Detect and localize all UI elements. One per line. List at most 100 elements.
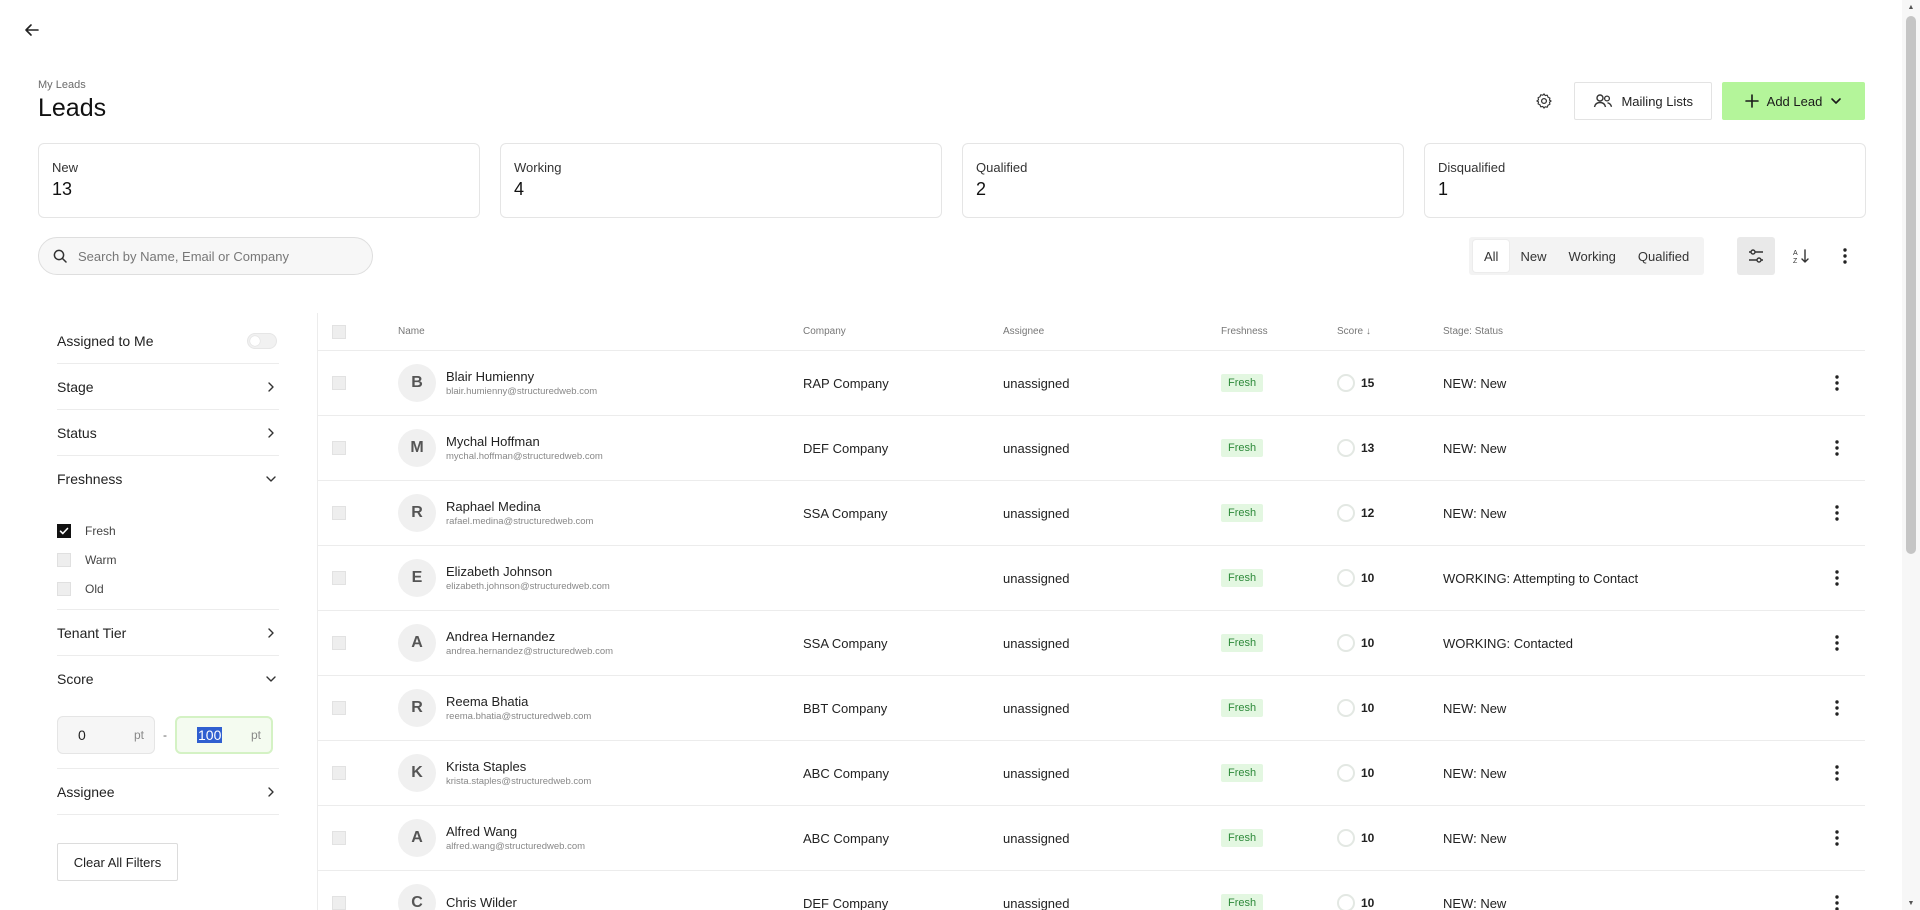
header-score[interactable]: Score ↓: [1337, 326, 1443, 337]
table-row[interactable]: R Reema Bhatia reema.bhatia@structuredweb.…: [318, 676, 1865, 741]
row-checkbox[interactable]: [332, 831, 346, 845]
more-vertical-icon: [1835, 635, 1839, 651]
row-checkbox[interactable]: [332, 701, 346, 715]
filter-sidebar: Assigned to Me Stage Status Freshness Fr…: [57, 318, 279, 815]
filter-freshness[interactable]: Freshness: [57, 456, 279, 502]
search-icon: [53, 249, 67, 263]
chevron-right-icon: [268, 786, 274, 797]
freshness-option-warm[interactable]: Warm: [57, 545, 279, 574]
scroll-down-arrow-icon[interactable]: ▼: [1906, 898, 1916, 908]
settings-button[interactable]: [1526, 83, 1562, 119]
row-menu-button[interactable]: [1813, 375, 1861, 391]
tab-qualified[interactable]: Qualified: [1627, 240, 1700, 272]
tab-new[interactable]: New: [1509, 240, 1557, 272]
chevron-right-icon: [268, 381, 274, 392]
table-row[interactable]: K Krista Staples krista.staples@structured…: [318, 741, 1865, 806]
leads-page: My Leads Leads Mailing Lists Add Lead Ne…: [0, 0, 1920, 910]
arrow-left-icon: [25, 24, 39, 36]
header-status[interactable]: Stage: Status: [1443, 326, 1813, 337]
stat-card-qualified[interactable]: Qualified 2: [962, 143, 1404, 218]
lead-name[interactable]: Blair Humienny: [446, 369, 597, 384]
stat-value: 13: [52, 179, 73, 199]
header-company[interactable]: Company: [803, 326, 1003, 337]
lead-name[interactable]: Raphael Medina: [446, 499, 593, 514]
tab-working[interactable]: Working: [1557, 240, 1626, 272]
lead-name[interactable]: Alfred Wang: [446, 824, 585, 839]
row-checkbox[interactable]: [332, 441, 346, 455]
row-menu-button[interactable]: [1813, 830, 1861, 846]
freshness-cell: Fresh: [1221, 569, 1337, 587]
row-checkbox[interactable]: [332, 376, 346, 390]
clear-all-filters-button[interactable]: Clear All Filters: [57, 843, 178, 881]
row-menu-button[interactable]: [1813, 765, 1861, 781]
score-cell: 13: [1337, 439, 1443, 457]
tab-all[interactable]: All: [1473, 240, 1510, 272]
filter-status[interactable]: Status: [57, 410, 279, 456]
add-lead-button[interactable]: Add Lead: [1722, 82, 1865, 120]
lead-name[interactable]: Reema Bhatia: [446, 694, 591, 709]
filter-assignee[interactable]: Assignee: [57, 769, 279, 815]
freshness-option-fresh[interactable]: Fresh: [57, 516, 279, 545]
lead-name[interactable]: Krista Staples: [446, 759, 591, 774]
score-min-input[interactable]: 0 pt: [57, 716, 155, 754]
header-assignee[interactable]: Assignee: [1003, 326, 1221, 337]
row-checkbox[interactable]: [332, 896, 346, 910]
stat-card-new[interactable]: New 13: [38, 143, 480, 218]
avatar: K: [398, 754, 436, 792]
mailing-lists-button[interactable]: Mailing Lists: [1574, 82, 1712, 120]
row-menu-button[interactable]: [1813, 895, 1861, 910]
sort-button[interactable]: AZ: [1782, 237, 1820, 275]
row-menu-button[interactable]: [1813, 440, 1861, 456]
row-checkbox[interactable]: [332, 506, 346, 520]
svg-text:Z: Z: [1793, 258, 1798, 265]
score-max-input[interactable]: 100 pt: [175, 716, 273, 754]
more-options-button[interactable]: [1826, 237, 1864, 275]
row-menu-button[interactable]: [1813, 635, 1861, 651]
row-checkbox[interactable]: [332, 571, 346, 585]
header-name[interactable]: Name: [398, 326, 803, 337]
table-row[interactable]: R Raphael Medina rafael.medina@structuredw…: [318, 481, 1865, 546]
lead-name[interactable]: Andrea Hernandez: [446, 629, 613, 644]
row-menu-button[interactable]: [1813, 505, 1861, 521]
table-row[interactable]: M Mychal Hoffman mychal.hoffman@structured…: [318, 416, 1865, 481]
stats-row: New 13 Working 4 Qualified 2 Disqualifie…: [38, 143, 1866, 218]
row-checkbox[interactable]: [332, 636, 346, 650]
scroll-up-arrow-icon[interactable]: ▲: [1906, 2, 1916, 12]
lead-status: NEW: New: [1443, 375, 1507, 391]
row-menu-button[interactable]: [1813, 570, 1861, 586]
lead-company: DEF Company: [803, 895, 889, 910]
back-button[interactable]: [20, 18, 44, 42]
assigned-toggle[interactable]: [247, 332, 277, 349]
table-row[interactable]: B Blair Humienny blair.humienny@structured…: [318, 351, 1865, 416]
filter-assigned-to-me[interactable]: Assigned to Me: [57, 318, 279, 364]
scrollbar[interactable]: ▲ ▼: [1902, 0, 1920, 910]
stat-card-disqualified[interactable]: Disqualified 1: [1424, 143, 1866, 218]
freshness-cell: Fresh: [1221, 504, 1337, 522]
row-menu-button[interactable]: [1813, 700, 1861, 716]
checkbox[interactable]: [57, 523, 71, 538]
filter-tenant-tier[interactable]: Tenant Tier: [57, 610, 279, 656]
lead-name[interactable]: Mychal Hoffman: [446, 434, 603, 449]
header-checkbox-cell: [318, 324, 398, 339]
table-row[interactable]: A Andrea Hernandez andrea.hernandez@struct…: [318, 611, 1865, 676]
stat-card-working[interactable]: Working 4: [500, 143, 942, 218]
select-all-checkbox[interactable]: [332, 324, 346, 339]
checkbox[interactable]: [57, 581, 71, 596]
row-checkbox[interactable]: [332, 766, 346, 780]
table-row[interactable]: C Chris Wilder DEF Company unassigned Fresh 1…: [318, 871, 1865, 910]
header-freshness[interactable]: Freshness: [1221, 326, 1337, 337]
search-input[interactable]: [76, 247, 346, 265]
lead-status: NEW: New: [1443, 830, 1507, 846]
search-bar[interactable]: [38, 237, 373, 275]
table-row[interactable]: E Elizabeth Johnson elizabeth.johnson@stru…: [318, 546, 1865, 611]
checkbox[interactable]: [57, 552, 71, 567]
score-cell: 10: [1337, 634, 1443, 652]
freshness-option-old[interactable]: Old: [57, 574, 279, 603]
lead-name[interactable]: Chris Wilder: [446, 895, 517, 910]
scroll-thumb[interactable]: [1906, 16, 1916, 554]
filter-toggle-button[interactable]: [1737, 237, 1775, 275]
filter-score[interactable]: Score: [57, 656, 279, 702]
lead-name[interactable]: Elizabeth Johnson: [446, 564, 610, 579]
filter-stage[interactable]: Stage: [57, 364, 279, 410]
table-row[interactable]: A Alfred Wang alfred.wang@structuredweb.co…: [318, 806, 1865, 871]
